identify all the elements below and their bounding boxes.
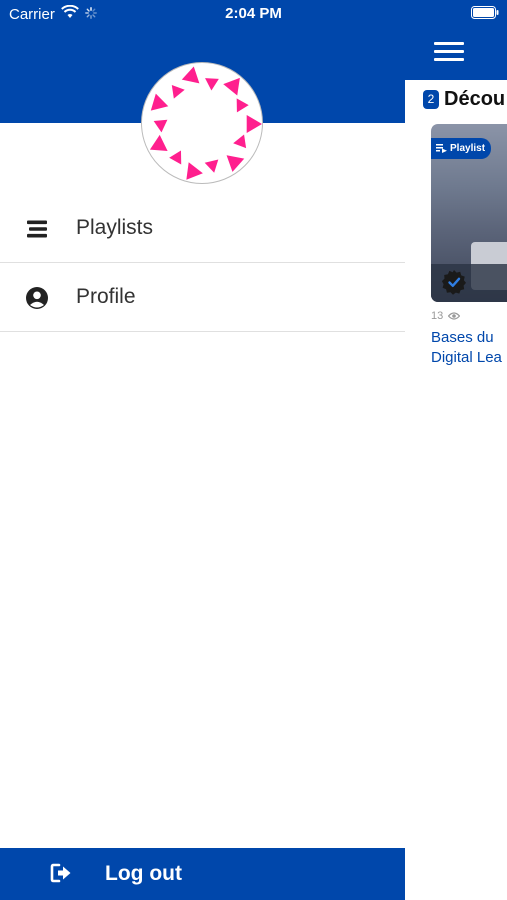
logo-triangle (226, 155, 245, 172)
hamburger-menu-icon[interactable] (434, 40, 466, 64)
card-title[interactable]: Bases du Digital Lea (431, 328, 507, 368)
menu-item-label: Playlists (76, 216, 154, 239)
logout-button[interactable]: Log out (0, 848, 405, 900)
logo-triangle (169, 150, 182, 165)
views-count: 13 (431, 310, 444, 322)
section-count-badge: 2 (423, 90, 439, 109)
status-bar: Carrier 2:04 PM (0, 0, 507, 28)
playlist-badge: Playlist (431, 138, 492, 159)
menu-item-profile[interactable]: Profile (0, 263, 405, 332)
navigation-drawer: Playlists Profile Log out (0, 0, 405, 900)
profile-icon (25, 286, 49, 310)
playlist-icon (436, 144, 447, 153)
clock: 2:04 PM (225, 5, 282, 22)
section-title: 2 Décou (423, 88, 505, 111)
logo-triangle (171, 84, 185, 99)
logo-avatar (141, 62, 263, 184)
playlist-badge-label: Playlist (450, 143, 486, 154)
logo-triangle (181, 66, 200, 84)
main-content: 2 Décou Playlist 13 Bases du Digital Lea (405, 0, 507, 900)
section-title-text: Décou (444, 88, 506, 110)
logo-triangle (246, 115, 262, 133)
eye-icon (447, 312, 461, 320)
card-title-line2: Digital Lea (431, 349, 502, 366)
card-title-line1: Bases du (431, 329, 494, 346)
battery-icon (471, 6, 499, 24)
logout-label: Log out (105, 862, 182, 885)
logo-triangle (149, 134, 168, 152)
menu-item-label: Profile (76, 285, 136, 308)
card-views: 13 (431, 310, 507, 322)
card-thumbnail[interactable]: Playlist (431, 124, 507, 302)
logo-triangle (205, 78, 219, 91)
menu-item-playlists[interactable]: Playlists (0, 194, 405, 263)
logout-icon (50, 863, 72, 888)
logo-triangle (233, 134, 247, 149)
logo-triangle (204, 159, 219, 173)
logo-triangle (186, 162, 203, 180)
logo-triangle (150, 93, 169, 111)
playlists-icon (25, 217, 49, 241)
playlist-card[interactable]: Playlist 13 Bases du Digital Lea (431, 124, 507, 368)
logo-triangle (153, 119, 168, 133)
verified-icon (441, 269, 467, 300)
logo-triangle (236, 98, 249, 113)
